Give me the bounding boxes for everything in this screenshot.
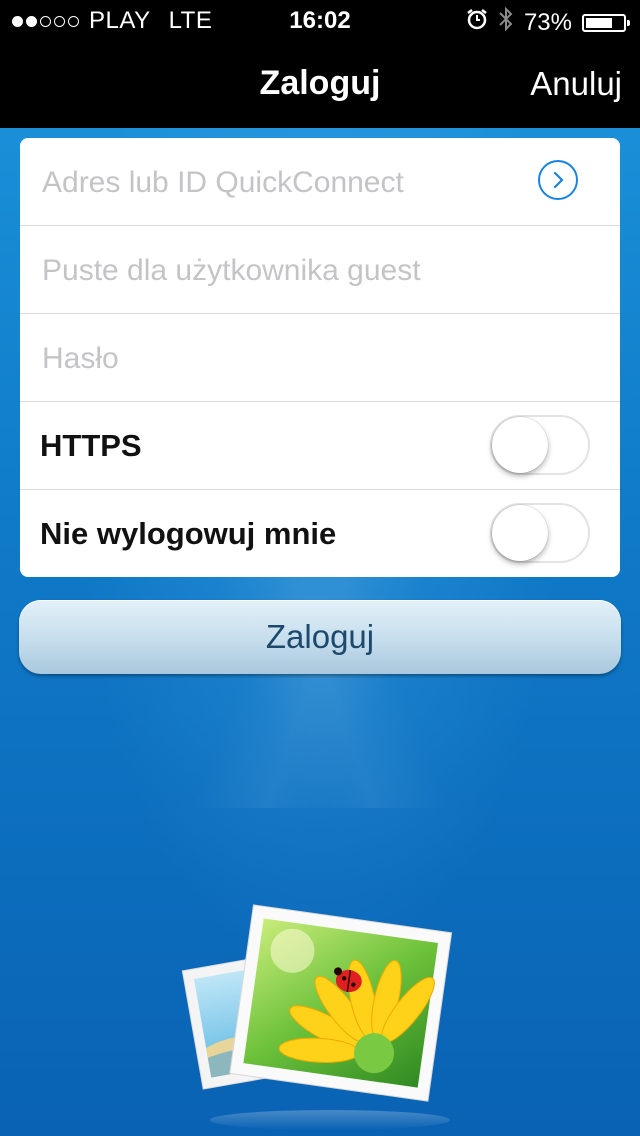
toggle-knob (492, 505, 548, 561)
toggle-knob (492, 417, 548, 473)
cancel-button[interactable]: Anuluj (530, 65, 622, 103)
https-row: HTTPS (20, 402, 620, 490)
stay-logged-in-label: Nie wylogowuj mnie (40, 516, 337, 551)
username-row (20, 226, 620, 315)
chevron-right-circle-icon[interactable] (538, 160, 578, 200)
status-bar: PLAY LTE 16:02 73% (0, 0, 640, 40)
stay-logged-in-toggle[interactable] (490, 503, 590, 563)
https-label: HTTPS (40, 428, 142, 463)
login-button[interactable]: Zaloguj (19, 600, 621, 674)
username-input[interactable] (40, 226, 604, 315)
https-toggle[interactable] (490, 415, 590, 475)
stay-logged-in-row: Nie wylogowuj mnie (20, 490, 620, 577)
login-screen: HTTPS Nie wylogowuj mnie Zaloguj (0, 128, 640, 1136)
battery-percent: 73% (523, 8, 572, 36)
battery-fill (586, 17, 613, 28)
alarm-clock-icon (466, 8, 488, 37)
battery-icon (582, 13, 630, 32)
password-row (20, 314, 620, 403)
address-row (20, 138, 620, 227)
status-indicators: 73% (466, 6, 630, 39)
navigation-bar: Zaloguj Anuluj (0, 40, 640, 128)
address-input[interactable] (40, 138, 534, 227)
login-form: HTTPS Nie wylogowuj mnie (20, 138, 620, 577)
password-input[interactable] (40, 314, 604, 403)
bluetooth-icon (498, 6, 514, 39)
photo-station-logo-icon (180, 898, 460, 1136)
